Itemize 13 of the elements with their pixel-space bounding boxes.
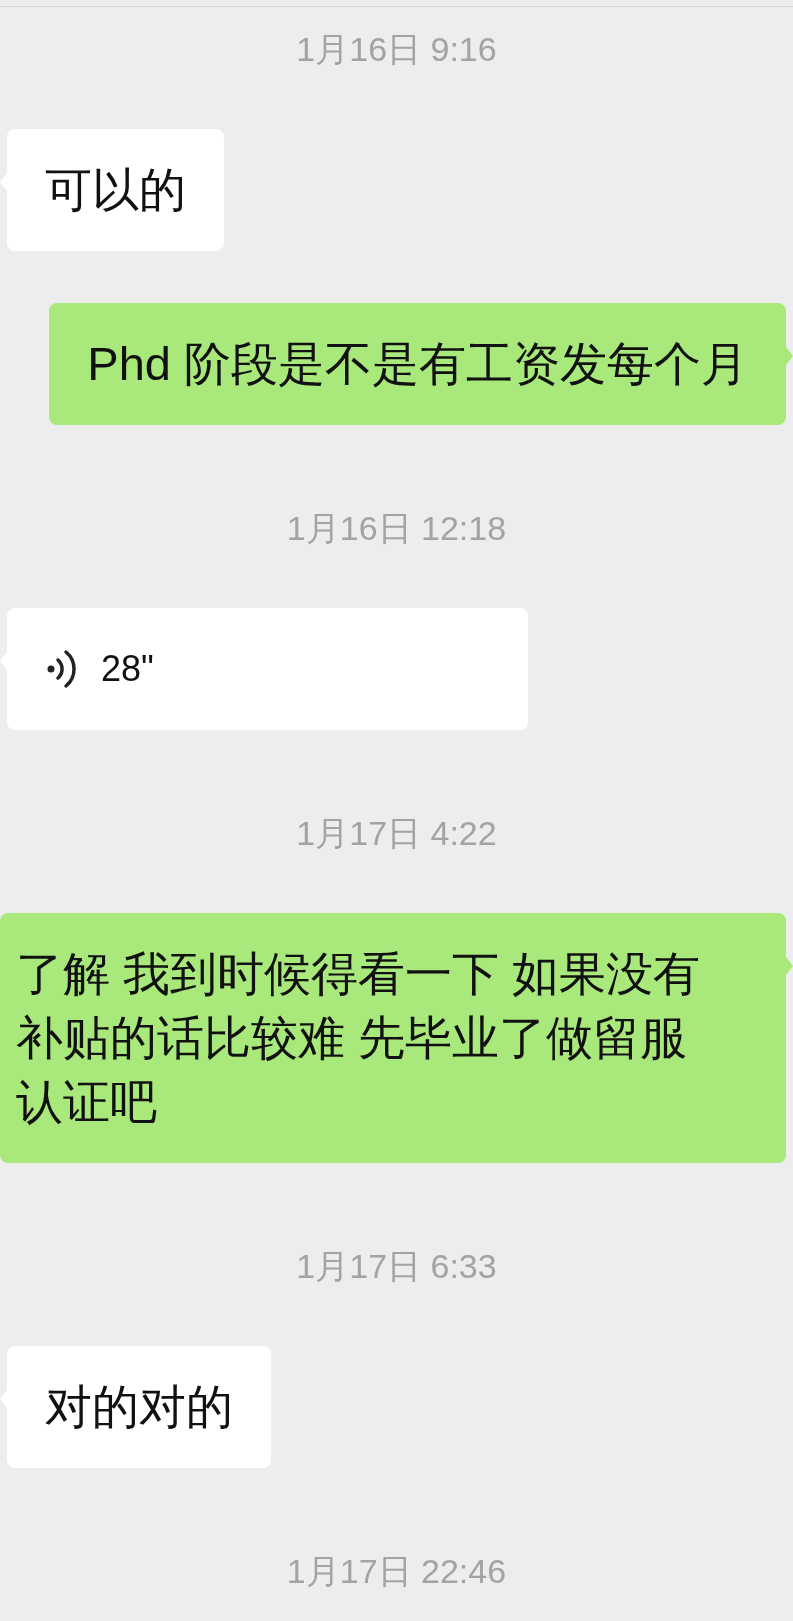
message-bubble[interactable]: 对的对的 <box>7 1346 271 1468</box>
timestamp: 1月17日 4:22 <box>295 813 498 854</box>
message-bubble[interactable]: Phd 阶段是不是有工资发每个月 <box>49 303 786 425</box>
timestamp: 1月16日 12:18 <box>285 508 508 549</box>
message-bubble[interactable]: 了解 我到时候得看一下 如果没有补贴的话比较难 先毕业了做留服认证吧 <box>0 913 786 1163</box>
bubble-tail <box>786 347 793 365</box>
voice-icon <box>47 649 77 689</box>
timestamp: 1月16日 9:16 <box>295 29 498 70</box>
voice-message[interactable]: 28" <box>7 608 528 730</box>
timestamp: 1月17日 6:33 <box>295 1246 498 1287</box>
timestamp: 1月17日 22:46 <box>285 1551 508 1592</box>
message-bubble[interactable]: 可以的 <box>7 129 224 251</box>
bubble-tail <box>786 957 793 975</box>
